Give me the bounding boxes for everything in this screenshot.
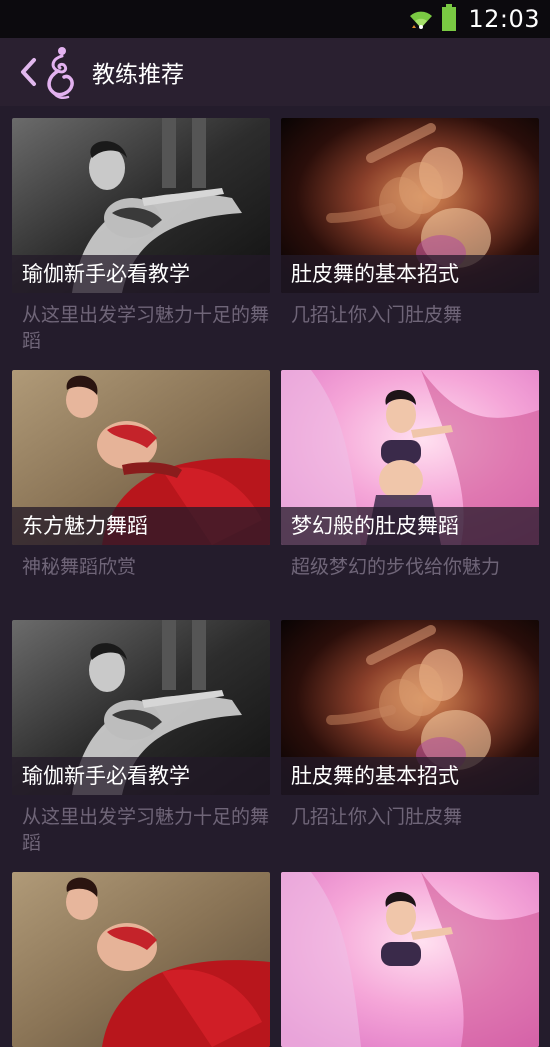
card-description: 神秘舞蹈欣赏 [22, 556, 137, 578]
battery-icon [442, 4, 457, 31]
card-title: 肚皮舞的基本招式 [281, 757, 539, 795]
card-title: 瑜伽新手必看教学 [12, 255, 270, 293]
chevron-left-icon[interactable] [16, 55, 40, 89]
coach-card[interactable] [281, 872, 539, 1047]
red-skirt-dancer-photo [12, 872, 270, 1047]
card-title: 梦幻般的肚皮舞蹈 [281, 507, 539, 545]
title-bar: 教练推荐 [0, 38, 550, 106]
coach-card[interactable]: 肚皮舞的基本招式 [281, 620, 539, 795]
card-description: 几招让你入门肚皮舞 [291, 304, 463, 326]
card-title: 瑜伽新手必看教学 [12, 757, 270, 795]
status-bar: 12:03 [0, 0, 550, 38]
pink-background-dancer-photo [281, 872, 539, 1047]
coach-card[interactable]: 瑜伽新手必看教学 [12, 620, 270, 795]
card-description: 几招让你入门肚皮舞 [291, 806, 463, 828]
page-title: 教练推荐 [92, 62, 184, 88]
coach-card[interactable]: 东方魅力舞蹈 [12, 370, 270, 545]
dancer-logo-icon [47, 47, 74, 100]
wifi-icon [410, 11, 433, 29]
card-title: 肚皮舞的基本招式 [281, 255, 539, 293]
coach-card[interactable] [12, 872, 270, 1047]
card-title: 东方魅力舞蹈 [12, 507, 270, 545]
card-description: 超级梦幻的步伐给你魅力 [291, 556, 501, 578]
coach-card[interactable]: 肚皮舞的基本招式 [281, 118, 539, 293]
coach-card[interactable]: 梦幻般的肚皮舞蹈 [281, 370, 539, 545]
card-description: 从这里出发学习魅力十足的舞蹈 [22, 806, 270, 854]
card-description: 从这里出发学习魅力十足的舞蹈 [22, 304, 270, 352]
coach-card[interactable]: 瑜伽新手必看教学 [12, 118, 270, 293]
clock: 12:03 [468, 5, 540, 33]
